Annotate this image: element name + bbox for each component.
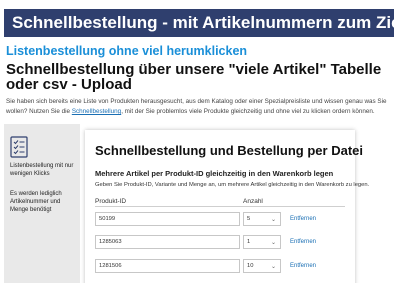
remove-link[interactable]: Entfernen bbox=[290, 259, 316, 273]
quantity-select[interactable]: 5 ⌄ bbox=[243, 212, 281, 226]
quantity-select[interactable]: 10 ⌄ bbox=[243, 259, 281, 273]
product-id-input[interactable]: 1285063 bbox=[95, 235, 240, 249]
chevron-down-icon: ⌄ bbox=[270, 240, 276, 246]
header-divider bbox=[95, 206, 345, 207]
quantity-value: 5 bbox=[247, 216, 251, 222]
quantity-select[interactable]: 1 ⌄ bbox=[243, 235, 281, 249]
quantity-value: 1 bbox=[247, 239, 251, 245]
page-banner: Schnellbestellung - mit Artikelnummern z… bbox=[4, 9, 394, 37]
card-subtitle: Mehrere Artikel per Produkt-ID gleichzei… bbox=[95, 169, 334, 178]
checklist-icon bbox=[10, 136, 28, 158]
order-row: 1281506 10 ⌄ Entfernen bbox=[95, 259, 345, 273]
page-subheading: Listenbestellung ohne viel herumklicken bbox=[6, 44, 248, 58]
feature-sidebar: Listenbestellung mit nur wenigen Klicks … bbox=[4, 124, 80, 283]
order-row: 50199 5 ⌄ Entfernen bbox=[95, 212, 345, 226]
card-description: Geben Sie Produkt-ID, Variante und Menge… bbox=[95, 182, 370, 188]
intro-paragraph: Sie haben sich bereits eine Liste von Pr… bbox=[6, 97, 396, 117]
sidebar-feature-text: Listenbestellung mit nur wenigen Klicks bbox=[10, 163, 74, 177]
remove-link[interactable]: Entfernen bbox=[290, 212, 316, 226]
chevron-down-icon: ⌄ bbox=[270, 217, 276, 223]
remove-link[interactable]: Entfernen bbox=[290, 235, 316, 249]
quick-order-card: Schnellbestellung und Bestellung per Dat… bbox=[85, 130, 369, 283]
sidebar-requirement-text: Es werden lediglich Artikelnummer und Me… bbox=[10, 191, 62, 213]
quantity-column-header: Anzahl bbox=[243, 198, 263, 205]
card-title: Schnellbestellung und Bestellung per Dat… bbox=[95, 143, 363, 158]
quantity-value: 10 bbox=[247, 263, 254, 269]
chevron-down-icon: ⌄ bbox=[270, 264, 276, 270]
product-id-column-header: Produkt-ID bbox=[95, 198, 127, 205]
product-id-input[interactable]: 1281506 bbox=[95, 259, 240, 273]
quick-order-link[interactable]: Schnellbestellung bbox=[72, 108, 121, 115]
order-row: 1285063 1 ⌄ Entfernen bbox=[95, 235, 345, 249]
intro-text-after: , mit der Sie problemlos viele Produkte … bbox=[121, 108, 375, 115]
product-id-input[interactable]: 50199 bbox=[95, 212, 240, 226]
page-title: Schnellbestellung über unsere "viele Art… bbox=[6, 61, 382, 93]
